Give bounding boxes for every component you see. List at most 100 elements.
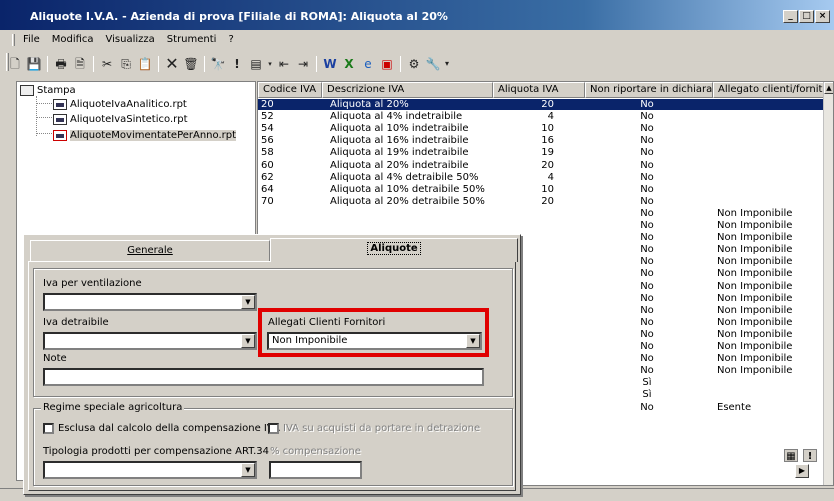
table-row[interactable]: 64 Aliquota al 10% detraibile 50% 10 No (258, 184, 826, 195)
column-header-aliquota[interactable]: Aliquota IVA (493, 82, 585, 98)
tree-item[interactable]: AliquoteIvaAnalitico.rpt (53, 97, 187, 111)
iva-detraibile-select[interactable]: ▼ (43, 332, 257, 350)
print-preview-icon[interactable]: 🗎 (71, 55, 89, 73)
pdf-icon[interactable]: ▣ (378, 55, 396, 73)
folder-icon (20, 84, 34, 96)
table-row[interactable]: No Non Imponibile (258, 220, 826, 231)
table-cell-nonrip: No (640, 316, 654, 328)
find-icon[interactable]: 🔭 (209, 55, 227, 73)
print-icon[interactable]: 🖶 (52, 55, 70, 73)
table-row[interactable]: 52 Aliquota al 4% indetraibile 4 No (258, 111, 826, 122)
table-cell-desc: Aliquota al 20% (330, 99, 409, 110)
menu-visualizza[interactable]: Visualizza (106, 34, 155, 50)
close-button[interactable]: × (815, 10, 830, 23)
menu-help[interactable]: ? (228, 34, 233, 50)
menu-file[interactable]: File (23, 34, 40, 50)
table-cell-code: 56 (261, 135, 274, 147)
table-cell-nonrip: No (640, 195, 654, 207)
web-icon[interactable]: e (359, 55, 377, 73)
esclusa-checkbox[interactable] (43, 423, 54, 434)
note-field[interactable] (43, 368, 484, 386)
horizontal-scroll[interactable]: ▶ (795, 464, 825, 478)
toolbar-separator (93, 56, 94, 72)
table-cell-nonrip: No (640, 328, 654, 340)
paste-icon[interactable]: 📋 (136, 55, 154, 73)
table-cell-alleg: Non Imponibile (717, 341, 793, 352)
table-row[interactable]: 54 Aliquota al 10% indetraibile 10 No (258, 123, 826, 134)
table-cell-nonrip: No (640, 268, 654, 280)
clear-icon[interactable]: 🗑 (182, 55, 200, 73)
scroll-up-button[interactable]: ▲ (824, 82, 833, 94)
table-row[interactable]: No Non Imponibile (258, 208, 826, 219)
first-record-icon[interactable]: ⇤ (275, 55, 293, 73)
tree-item-label: AliquoteIvaSintetico.rpt (70, 113, 188, 125)
menu-modifica[interactable]: Modifica (52, 34, 94, 50)
table-row[interactable]: 70 Aliquota al 20% detraibile 50% 20 No (258, 196, 826, 207)
minimize-button[interactable]: _ (783, 10, 798, 23)
tab-generale[interactable]: Generale (30, 240, 270, 262)
tree-item-label: AliquoteMovimentatePerAnno.rpt (70, 129, 237, 141)
tree-item-label: AliquoteIvaAnalitico.rpt (70, 98, 187, 110)
column-header-allegato[interactable]: Allegato clienti/fornitori (713, 82, 826, 98)
excel-icon[interactable]: X (340, 55, 358, 73)
tree-line (36, 96, 37, 136)
column-header-non-riportare[interactable]: Non riportare in dichiara... (585, 82, 713, 98)
table-cell-nonrip: No (640, 292, 654, 304)
column-header-descrizione[interactable]: Descrizione IVA (322, 82, 493, 98)
window-titlebar: Aliquote I.V.A. - Azienda di prova [Fili… (0, 0, 834, 30)
menu-bar: File Modifica Visualizza Strumenti ? (0, 30, 834, 50)
tab-aliquote[interactable]: Aliquote (270, 238, 518, 262)
table-cell-desc: Aliquota al 10% indetraibile (330, 123, 469, 135)
vertical-scrollbar[interactable]: ▲ (823, 82, 833, 485)
save-icon[interactable]: 💾 (25, 55, 43, 73)
tree-root[interactable]: Stampa (20, 83, 76, 97)
table-row[interactable]: 60 Aliquota al 20% indetraibile 20 No (258, 160, 826, 171)
iva-ventilazione-select[interactable]: ▼ (43, 293, 257, 311)
table-row[interactable]: 56 Aliquota al 16% indetraibile 16 No (258, 135, 826, 146)
dropdown-arrow-icon[interactable]: ▾ (266, 55, 274, 73)
tree-root-label: Stampa (37, 84, 76, 96)
report-icon (53, 113, 67, 125)
chevron-down-icon[interactable]: ▼ (241, 295, 255, 309)
alert-icon[interactable]: ! (228, 55, 246, 73)
scroll-right-button[interactable]: ▶ (795, 464, 809, 478)
grid-settings-icon[interactable]: ▦ (784, 449, 798, 462)
more-icon[interactable]: ▾ (443, 55, 451, 73)
table-cell-desc: Aliquota al 4% indetraibile (330, 111, 463, 123)
new-icon[interactable]: 🗋 (6, 55, 24, 73)
tree-item-selected[interactable]: AliquoteMovimentatePerAnno.rpt (53, 128, 237, 142)
wizard-icon[interactable]: ⚙ (405, 55, 423, 73)
tipologia-select[interactable]: ▼ (43, 461, 257, 479)
table-cell-alleg: Non Imponibile (717, 244, 793, 256)
tools-icon[interactable]: 🔧 (424, 55, 442, 73)
grid-alert-icon[interactable]: ! (803, 449, 817, 462)
table-cell-alleg: Non Imponibile (717, 365, 793, 377)
delete-icon[interactable]: ✕ (163, 55, 181, 73)
menu-strumenti[interactable]: Strumenti (167, 34, 217, 50)
table-cell-nonrip: No (640, 220, 654, 231)
iva-acquisti-checkbox[interactable] (268, 423, 279, 434)
form-icon[interactable]: ▤ (247, 55, 265, 73)
table-cell-nonrip: No (640, 171, 654, 183)
report-icon (53, 129, 67, 141)
tree-item[interactable]: AliquoteIvaSintetico.rpt (53, 112, 188, 126)
last-record-icon[interactable]: ⇥ (294, 55, 312, 73)
toolbar-separator (158, 56, 159, 72)
chevron-down-icon[interactable]: ▼ (241, 463, 255, 477)
chevron-down-icon[interactable]: ▼ (241, 334, 255, 348)
table-cell-alleg: Non Imponibile (717, 328, 793, 340)
iva-ventilazione-label: Iva per ventilazione (43, 278, 142, 289)
column-header-codice[interactable]: Codice IVA (258, 82, 322, 98)
word-icon[interactable]: W (321, 55, 339, 73)
table-cell-nonrip: No (640, 111, 654, 123)
maximize-button[interactable]: □ (799, 10, 814, 23)
copy-icon[interactable]: ⎘ (117, 55, 135, 73)
cut-icon[interactable]: ✂ (98, 55, 116, 73)
table-cell-nonrip: No (640, 99, 654, 110)
table-row[interactable]: 58 Aliquota al 19% indetraibile 19 No (258, 147, 826, 158)
table-cell-nonrip: Sì (642, 389, 652, 401)
table-row[interactable]: 62 Aliquota al 4% detraibile 50% 4 No (258, 172, 826, 183)
table-cell-alleg: Non Imponibile (717, 207, 793, 219)
perc-compensazione-field[interactable] (269, 461, 362, 479)
table-row[interactable]: 20 Aliquota al 20% 20 No (258, 99, 826, 110)
